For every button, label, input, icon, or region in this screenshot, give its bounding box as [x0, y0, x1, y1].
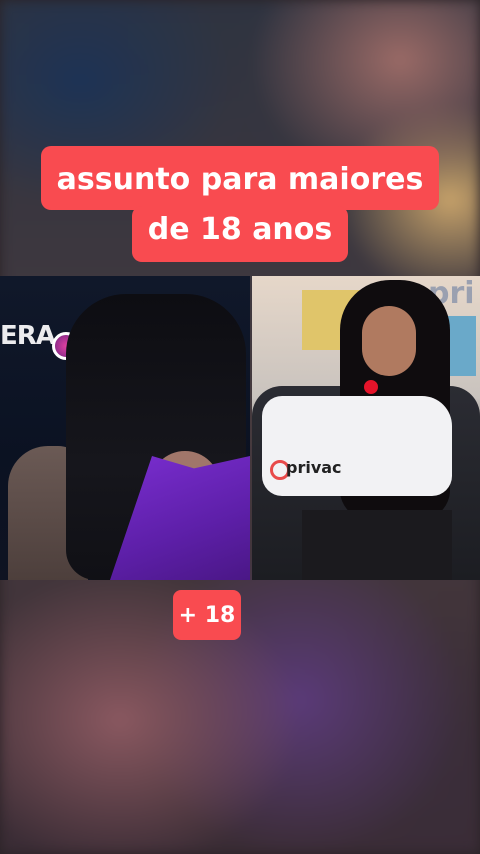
age-rating-badge: + 18 [173, 590, 241, 640]
white-top [262, 396, 452, 496]
left-video-panel: ERA [0, 276, 250, 580]
caption-line-2: de 18 anos [131, 206, 349, 262]
shirt-brand-text: privac [286, 458, 342, 477]
studio-logo-text: ERA [0, 321, 56, 351]
black-shorts [302, 510, 452, 580]
right-video-panel: pri privac [252, 276, 480, 580]
caption-overlay: assunto para maiores de 18 anos [0, 146, 480, 262]
person-face [362, 306, 416, 376]
split-video-panels: ERA pri privac [0, 276, 480, 580]
lollipop-icon [364, 380, 378, 394]
caption-line-1: assunto para maiores [40, 146, 440, 210]
video-frame: assunto para maiores de 18 anos ERA pri … [0, 0, 480, 854]
